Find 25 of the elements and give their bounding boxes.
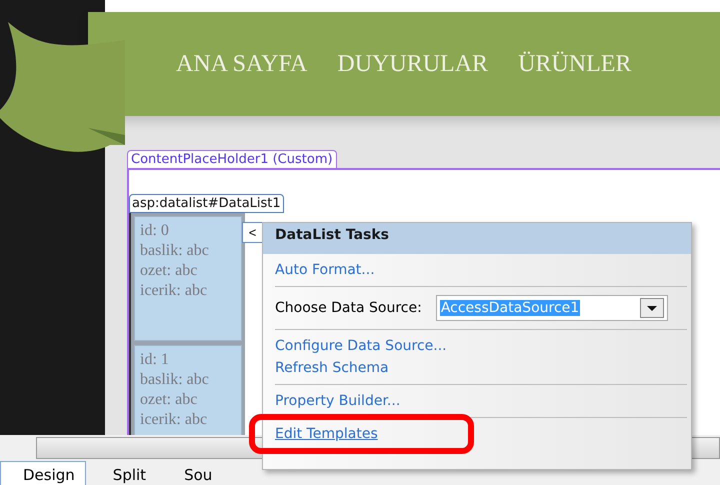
datalist-label: asp:datalist#DataList1	[129, 194, 284, 213]
item-field-text: icerik: abc	[140, 281, 208, 301]
task-link[interactable]: Refresh Schema	[275, 360, 389, 376]
nav-link[interactable]: ÜRÜNLER	[518, 50, 632, 78]
collapse-button[interactable]: <	[242, 222, 263, 243]
item-field-text: baslik: abc	[140, 370, 210, 390]
item-field-text: id: 0	[140, 221, 170, 241]
view-tab[interactable]: Sou	[161, 461, 224, 485]
item-field-text: icerik: abc	[140, 410, 208, 430]
item-field-text: ozet: abc	[140, 261, 198, 281]
field-label: Choose Data Source:	[275, 300, 422, 316]
item-field-text: baslik: abc	[140, 241, 210, 261]
task-link[interactable]: Auto Format...	[275, 262, 375, 278]
placeholder-label: ContentPlaceHolder1 (Custom)	[127, 150, 337, 168]
task-link[interactable]: Edit Templates	[249, 414, 474, 454]
task-link[interactable]: Configure Data Source...	[275, 338, 447, 354]
task-link[interactable]: Property Builder...	[275, 393, 400, 409]
item-field-text: id: 1	[140, 350, 170, 370]
item-field-text: ozet: abc	[140, 390, 198, 410]
nav-link[interactable]: DUYURULAR	[337, 50, 488, 78]
tasks-title: DataList Tasks	[263, 223, 691, 254]
nav-link[interactable]: ANA SAYFA	[176, 50, 308, 78]
data-source-dropdown[interactable]: AccessDataSource1	[436, 295, 668, 321]
view-tab[interactable]: Split	[90, 461, 158, 485]
view-tab[interactable]: Design	[0, 461, 86, 485]
